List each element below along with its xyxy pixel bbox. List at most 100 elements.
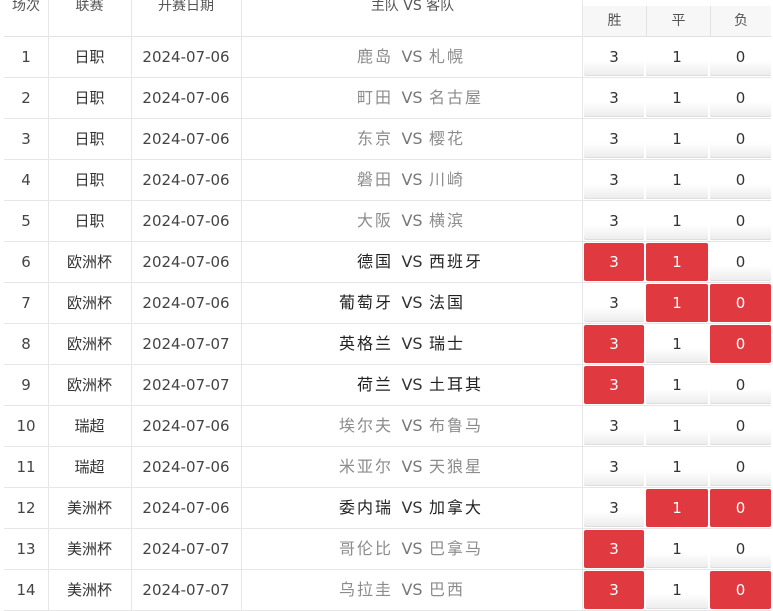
odds-win-cell[interactable]: 3 [584,79,644,117]
odds-draw-cell[interactable]: 1 [646,161,708,199]
home-team: 大阪 [356,211,393,230]
match-number: 5 [21,212,31,230]
match-number: 11 [16,458,36,476]
odds-draw-cell[interactable]: 1 [646,448,708,486]
odds-win-cell[interactable]: 3 [584,366,644,404]
match-number: 7 [21,294,31,312]
odds-lose-cell[interactable]: 0 [710,571,771,609]
home-team: 葡萄牙 [338,293,393,312]
odds-draw-cell[interactable]: 1 [646,38,708,76]
home-team: 乌拉圭 [338,580,393,599]
match-number: 13 [16,540,36,558]
odds-lose-cell[interactable]: 0 [710,120,771,158]
odds-lose-cell[interactable]: 0 [710,366,771,404]
match-date: 2024-07-07 [142,540,230,558]
away-team: 加拿大 [429,498,484,517]
match-date: 2024-07-07 [142,581,230,599]
match-date: 2024-07-07 [142,376,230,394]
home-team: 磐田 [356,170,393,189]
column-divider [582,0,583,610]
odds-win-cell[interactable]: 3 [584,325,644,363]
odds-lose-cell[interactable]: 0 [710,243,771,281]
home-team: 德国 [356,252,393,271]
match-date: 2024-07-06 [142,253,230,271]
league-name: 日职 [74,89,105,107]
header-draw: 平 [646,6,710,36]
match-date: 2024-07-06 [142,458,230,476]
odds-lose-cell[interactable]: 0 [710,161,771,199]
home-team: 委内瑞 [338,498,393,517]
table-row: 11 瑞超 2024-07-06 米亚尔 VS 天狼星 3 1 0 [4,447,771,488]
odds-win-cell[interactable]: 3 [584,120,644,158]
table-row: 14 美洲杯 2024-07-07 乌拉圭 VS 巴西 3 1 0 [4,570,771,611]
odds-draw-cell[interactable]: 1 [646,530,708,568]
odds-win-cell[interactable]: 3 [584,243,644,281]
vs-label: VS [401,498,423,517]
away-team: 巴拿马 [429,539,484,558]
odds-draw-cell[interactable]: 1 [646,243,708,281]
odds-lose-cell[interactable]: 0 [710,325,771,363]
odds-lose-cell[interactable]: 0 [710,448,771,486]
match-number: 10 [16,417,36,435]
match-number: 4 [21,171,31,189]
match-date: 2024-07-06 [142,294,230,312]
odds-draw-cell[interactable]: 1 [646,284,708,322]
column-divider [131,0,132,610]
odds-draw-cell[interactable]: 1 [646,407,708,445]
odds-win-cell[interactable]: 3 [584,448,644,486]
odds-lose-cell[interactable]: 0 [710,38,771,76]
odds-draw-cell[interactable]: 1 [646,120,708,158]
vs-label: VS [401,88,423,107]
vs-label: VS [401,539,423,558]
column-divider [48,0,49,610]
odds-lose-cell[interactable]: 0 [710,79,771,117]
odds-win-cell[interactable]: 3 [584,530,644,568]
away-team: 川崎 [429,170,466,189]
away-team: 巴西 [429,580,466,599]
odds-draw-cell[interactable]: 1 [646,489,708,527]
odds-win-cell[interactable]: 3 [584,161,644,199]
match-number: 3 [21,130,31,148]
table-row: 3 日职 2024-07-06 东京 VS 樱花 3 1 0 [4,119,771,160]
odds-win-cell[interactable]: 3 [584,284,644,322]
match-date: 2024-07-06 [142,212,230,230]
odds-lose-cell[interactable]: 0 [710,489,771,527]
match-number: 12 [16,499,36,517]
odds-lose-cell[interactable]: 0 [710,407,771,445]
match-number: 9 [21,376,31,394]
header-match: 主队 VS 客队 [370,0,455,14]
league-name: 欧洲杯 [66,335,112,353]
odds-draw-cell[interactable]: 1 [646,202,708,240]
league-name: 瑞超 [74,458,105,476]
away-team: 法国 [429,293,466,312]
odds-win-cell[interactable]: 3 [584,202,644,240]
away-team: 樱花 [429,129,466,148]
league-name: 瑞超 [74,417,105,435]
odds-lose-cell[interactable]: 0 [710,530,771,568]
away-team: 西班牙 [429,252,484,271]
odds-draw-cell[interactable]: 1 [646,571,708,609]
away-team: 天狼星 [429,457,484,476]
odds-lose-cell[interactable]: 0 [710,284,771,322]
table-row: 2 日职 2024-07-06 町田 VS 名古屋 3 1 0 [4,78,771,119]
league-name: 欧洲杯 [66,253,112,271]
table-row: 4 日职 2024-07-06 磐田 VS 川崎 3 1 0 [4,160,771,201]
match-date: 2024-07-06 [142,417,230,435]
match-number: 1 [21,48,31,66]
home-team: 米亚尔 [338,457,393,476]
odds-draw-cell[interactable]: 1 [646,79,708,117]
match-date: 2024-07-06 [142,171,230,189]
odds-draw-cell[interactable]: 1 [646,366,708,404]
odds-win-cell[interactable]: 3 [584,571,644,609]
odds-win-cell[interactable]: 3 [584,489,644,527]
header-lose: 负 [710,6,771,36]
odds-lose-cell[interactable]: 0 [710,202,771,240]
match-date: 2024-07-06 [142,48,230,66]
vs-label: VS [401,457,423,476]
match-date: 2024-07-06 [142,89,230,107]
odds-draw-cell[interactable]: 1 [646,325,708,363]
odds-win-cell[interactable]: 3 [584,407,644,445]
table-row: 1 日职 2024-07-06 鹿岛 VS 札幌 3 1 0 [4,37,771,78]
vs-label: VS [401,47,423,66]
odds-win-cell[interactable]: 3 [584,38,644,76]
